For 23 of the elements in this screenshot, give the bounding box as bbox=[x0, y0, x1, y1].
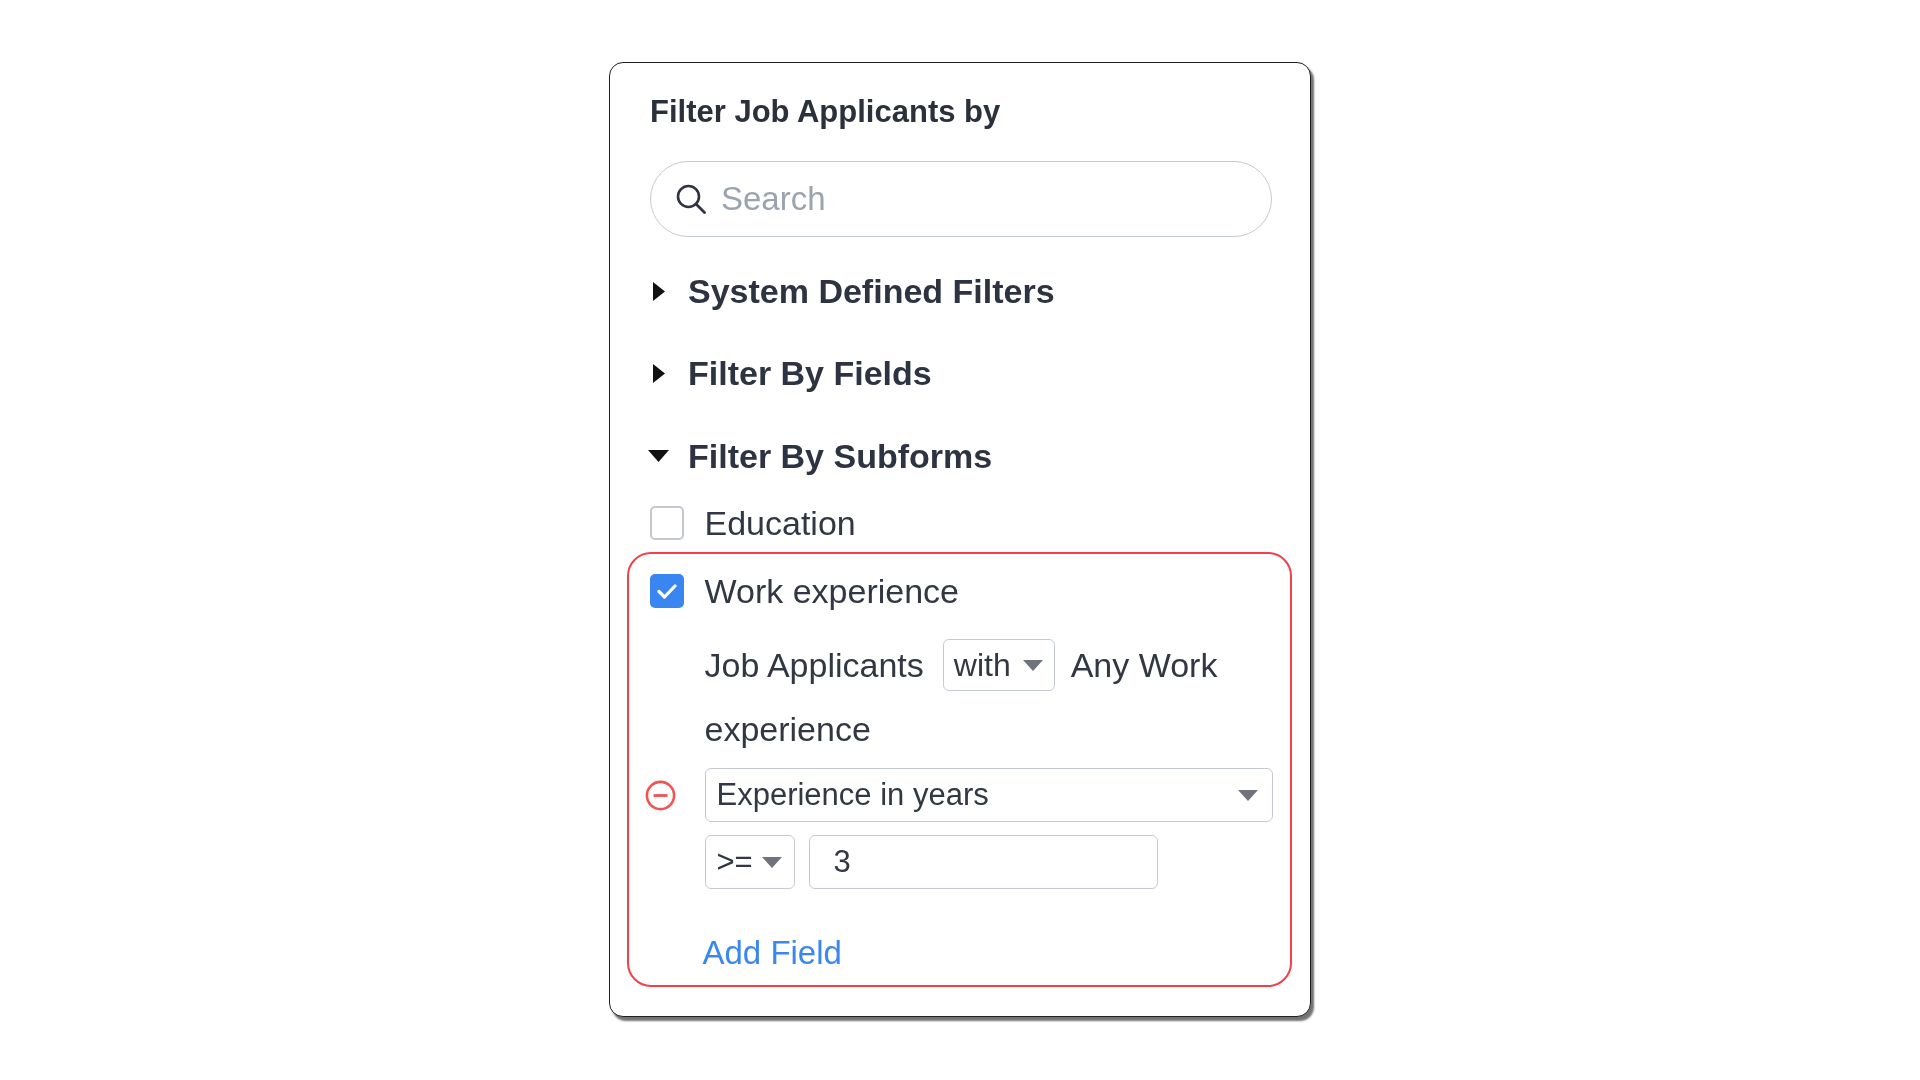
checkbox[interactable] bbox=[649, 574, 684, 608]
checkbox-label[interactable]: Work experience bbox=[704, 571, 959, 611]
search-field[interactable]: Search bbox=[650, 161, 1272, 237]
search-icon bbox=[676, 184, 706, 214]
condition-text: experience bbox=[704, 709, 871, 749]
value-input[interactable]: 3 bbox=[808, 835, 1158, 889]
add-field-link[interactable]: Add Field bbox=[702, 933, 842, 973]
section-header[interactable]: Filter By Subforms bbox=[650, 431, 993, 481]
panel-title: Filter Job Applicants by bbox=[650, 93, 1001, 131]
section-header[interactable]: System Defined Filters bbox=[650, 266, 1055, 316]
caret-icon bbox=[1022, 659, 1043, 671]
condition-dropdown[interactable]: with bbox=[942, 639, 1055, 691]
check-icon bbox=[656, 583, 677, 599]
condition-text: Job Applicants bbox=[704, 645, 924, 685]
checkbox[interactable] bbox=[649, 505, 684, 540]
caret-icon bbox=[1237, 789, 1258, 801]
field-dropdown[interactable]: Experience in years bbox=[704, 768, 1273, 822]
remove-icon[interactable] bbox=[644, 779, 676, 811]
comparator-dropdown[interactable]: >= bbox=[704, 835, 795, 889]
caret-icon bbox=[761, 856, 782, 868]
section-header[interactable]: Filter By Fields bbox=[650, 348, 932, 399]
condition-text: Any Work bbox=[1070, 645, 1218, 685]
checkbox-label[interactable]: Education bbox=[704, 502, 856, 543]
